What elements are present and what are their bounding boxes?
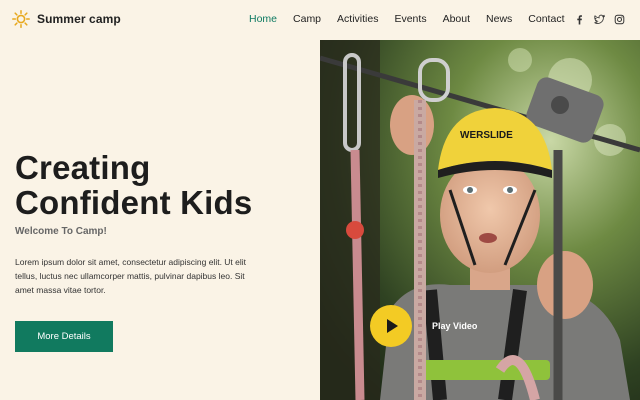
nav-item-camp[interactable]: Camp	[293, 13, 321, 25]
twitter-icon[interactable]	[594, 14, 605, 25]
facebook-icon[interactable]	[574, 14, 585, 25]
hero-title-line-1: Creating	[15, 149, 151, 186]
nav-item-home[interactable]: Home	[249, 13, 277, 25]
hero-title-line-2: Confident Kids	[15, 184, 253, 221]
play-circle[interactable]	[370, 305, 412, 347]
nav-item-activities[interactable]: Activities	[337, 13, 378, 25]
play-icon	[387, 319, 398, 333]
more-details-button[interactable]: More Details	[15, 321, 113, 352]
play-video-button[interactable]: Play Video	[370, 305, 477, 347]
sun-icon	[12, 10, 30, 28]
boy-zipline-illustration: WERSLIDE	[320, 40, 640, 400]
main-nav: Home Camp Activities Events About News C…	[249, 13, 580, 25]
helmet-text: WERSLIDE	[460, 130, 513, 141]
hero-photo: WERSLIDE	[320, 40, 640, 400]
nav-item-about[interactable]: About	[443, 13, 470, 25]
social-links	[574, 14, 625, 25]
instagram-icon[interactable]	[614, 14, 625, 25]
nav-item-news[interactable]: News	[486, 13, 512, 25]
site-header: Summer camp Home Camp Activities Events …	[0, 0, 640, 40]
hero-subtitle: Welcome To Camp!	[15, 226, 107, 237]
nav-item-contact[interactable]: Contact	[528, 13, 564, 25]
nav-item-events[interactable]: Events	[394, 13, 426, 25]
hero-title: Creating Confident Kids	[15, 150, 305, 220]
logo[interactable]: Summer camp	[12, 10, 121, 28]
play-video-label[interactable]: Play Video	[432, 321, 477, 331]
hero-description: Lorem ipsum dolor sit amet, consectetur …	[15, 257, 247, 295]
brand-name: Summer camp	[37, 12, 121, 26]
